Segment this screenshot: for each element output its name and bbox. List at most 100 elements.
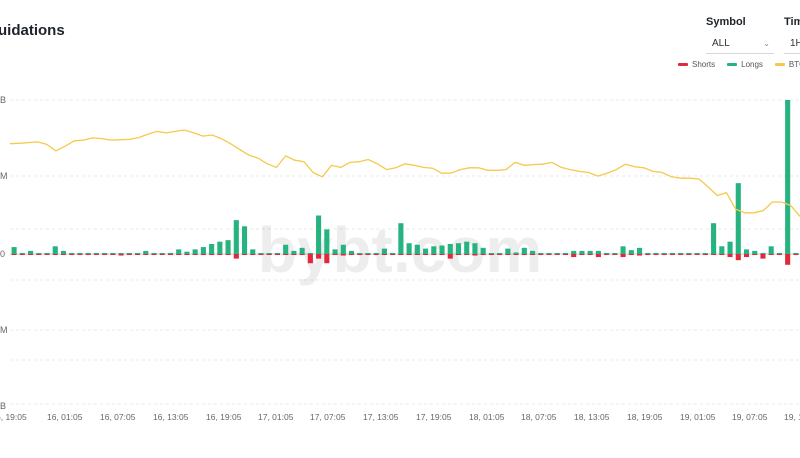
shorts-bar[interactable] [554, 254, 560, 255]
longs-bar[interactable] [93, 253, 99, 254]
longs-bar[interactable] [307, 253, 313, 254]
shorts-bar[interactable] [785, 254, 791, 265]
longs-bar[interactable] [735, 183, 741, 254]
longs-bar[interactable] [661, 253, 667, 254]
shorts-bar[interactable] [143, 254, 149, 255]
longs-bar[interactable] [431, 246, 437, 254]
longs-bar[interactable] [711, 223, 717, 254]
longs-bar[interactable] [488, 253, 494, 254]
longs-bar[interactable] [538, 253, 544, 254]
shorts-bar[interactable] [110, 254, 116, 255]
shorts-bar[interactable] [332, 254, 338, 255]
longs-bar[interactable] [184, 251, 190, 254]
shorts-bar[interactable] [793, 254, 799, 255]
longs-bar[interactable] [36, 253, 42, 254]
longs-bar[interactable] [390, 253, 396, 254]
shorts-bar[interactable] [686, 254, 692, 255]
shorts-bar[interactable] [612, 254, 618, 255]
longs-bar[interactable] [373, 253, 379, 254]
shorts-bar[interactable] [678, 254, 684, 255]
longs-bar[interactable] [645, 253, 651, 254]
shorts-bar[interactable] [595, 254, 601, 258]
longs-bar[interactable] [118, 253, 124, 254]
shorts-bar[interactable] [151, 254, 157, 255]
longs-bar[interactable] [447, 243, 453, 254]
longs-bar[interactable] [348, 250, 355, 254]
shorts-bar[interactable] [291, 254, 297, 255]
shorts-bar[interactable] [414, 254, 420, 255]
shorts-bar[interactable] [77, 254, 83, 255]
shorts-bar[interactable] [406, 254, 412, 255]
longs-bar[interactable] [562, 253, 569, 254]
shorts-bar[interactable] [225, 254, 231, 255]
shorts-bar[interactable] [620, 254, 626, 258]
longs-bar[interactable] [176, 249, 182, 254]
shorts-bar[interactable] [505, 254, 511, 255]
shorts-bar[interactable] [184, 254, 190, 255]
shorts-bar[interactable] [669, 254, 675, 255]
shorts-bar[interactable] [250, 254, 256, 255]
shorts-bar[interactable] [348, 254, 355, 255]
longs-bar[interactable] [151, 253, 157, 254]
longs-bar[interactable] [439, 245, 445, 254]
shorts-bar[interactable] [60, 254, 67, 255]
longs-bar[interactable] [233, 220, 239, 254]
longs-bar[interactable] [678, 253, 684, 254]
longs-bar[interactable] [686, 253, 692, 254]
shorts-bar[interactable] [538, 254, 544, 255]
longs-bar[interactable] [620, 246, 626, 254]
longs-bar[interactable] [480, 247, 486, 254]
longs-bar[interactable] [653, 253, 659, 254]
longs-bar[interactable] [225, 240, 231, 254]
longs-bar[interactable] [266, 253, 272, 254]
shorts-bar[interactable] [200, 254, 206, 255]
shorts-bar[interactable] [365, 254, 371, 255]
shorts-bar[interactable] [324, 254, 330, 264]
longs-bar[interactable] [530, 250, 536, 254]
shorts-bar[interactable] [521, 254, 527, 255]
longs-bar[interactable] [414, 244, 420, 254]
shorts-bar[interactable] [455, 254, 462, 255]
shorts-bar[interactable] [439, 254, 445, 255]
shorts-bar[interactable] [752, 254, 758, 255]
longs-bar[interactable] [241, 226, 248, 254]
longs-bar[interactable] [167, 253, 174, 254]
longs-bar[interactable] [60, 250, 67, 254]
shorts-bar[interactable] [488, 254, 494, 255]
shorts-bar[interactable] [431, 254, 437, 255]
longs-bar[interactable] [554, 253, 560, 254]
longs-bar[interactable] [110, 253, 116, 254]
longs-bar[interactable] [274, 253, 280, 254]
shorts-bar[interactable] [135, 254, 141, 255]
longs-bar[interactable] [546, 253, 552, 254]
shorts-bar[interactable] [28, 254, 34, 255]
longs-bar[interactable] [291, 250, 297, 254]
shorts-bar[interactable] [719, 254, 725, 255]
shorts-bar[interactable] [464, 254, 470, 255]
longs-bar[interactable] [513, 252, 519, 254]
shorts-bar[interactable] [571, 254, 577, 258]
longs-bar[interactable] [102, 253, 108, 254]
shorts-bar[interactable] [587, 254, 593, 255]
longs-bar[interactable] [464, 241, 470, 254]
longs-bar[interactable] [628, 250, 634, 254]
longs-bar[interactable] [636, 247, 643, 254]
longs-bar[interactable] [571, 250, 577, 254]
longs-bar[interactable] [760, 253, 766, 254]
longs-bar[interactable] [521, 247, 527, 254]
shorts-bar[interactable] [217, 254, 223, 255]
shorts-bar[interactable] [628, 254, 634, 255]
shorts-bar[interactable] [19, 254, 25, 255]
shorts-bar[interactable] [69, 254, 75, 255]
shorts-bar[interactable] [118, 254, 124, 256]
longs-bar[interactable] [143, 250, 149, 254]
longs-bar[interactable] [258, 253, 264, 254]
longs-bar[interactable] [472, 243, 478, 254]
shorts-bar[interactable] [316, 254, 322, 259]
shorts-bar[interactable] [776, 254, 782, 255]
shorts-bar[interactable] [497, 254, 503, 255]
shorts-bar[interactable] [126, 254, 132, 255]
longs-bar[interactable] [595, 250, 601, 254]
shorts-bar[interactable] [604, 254, 610, 255]
shorts-bar[interactable] [562, 254, 569, 255]
